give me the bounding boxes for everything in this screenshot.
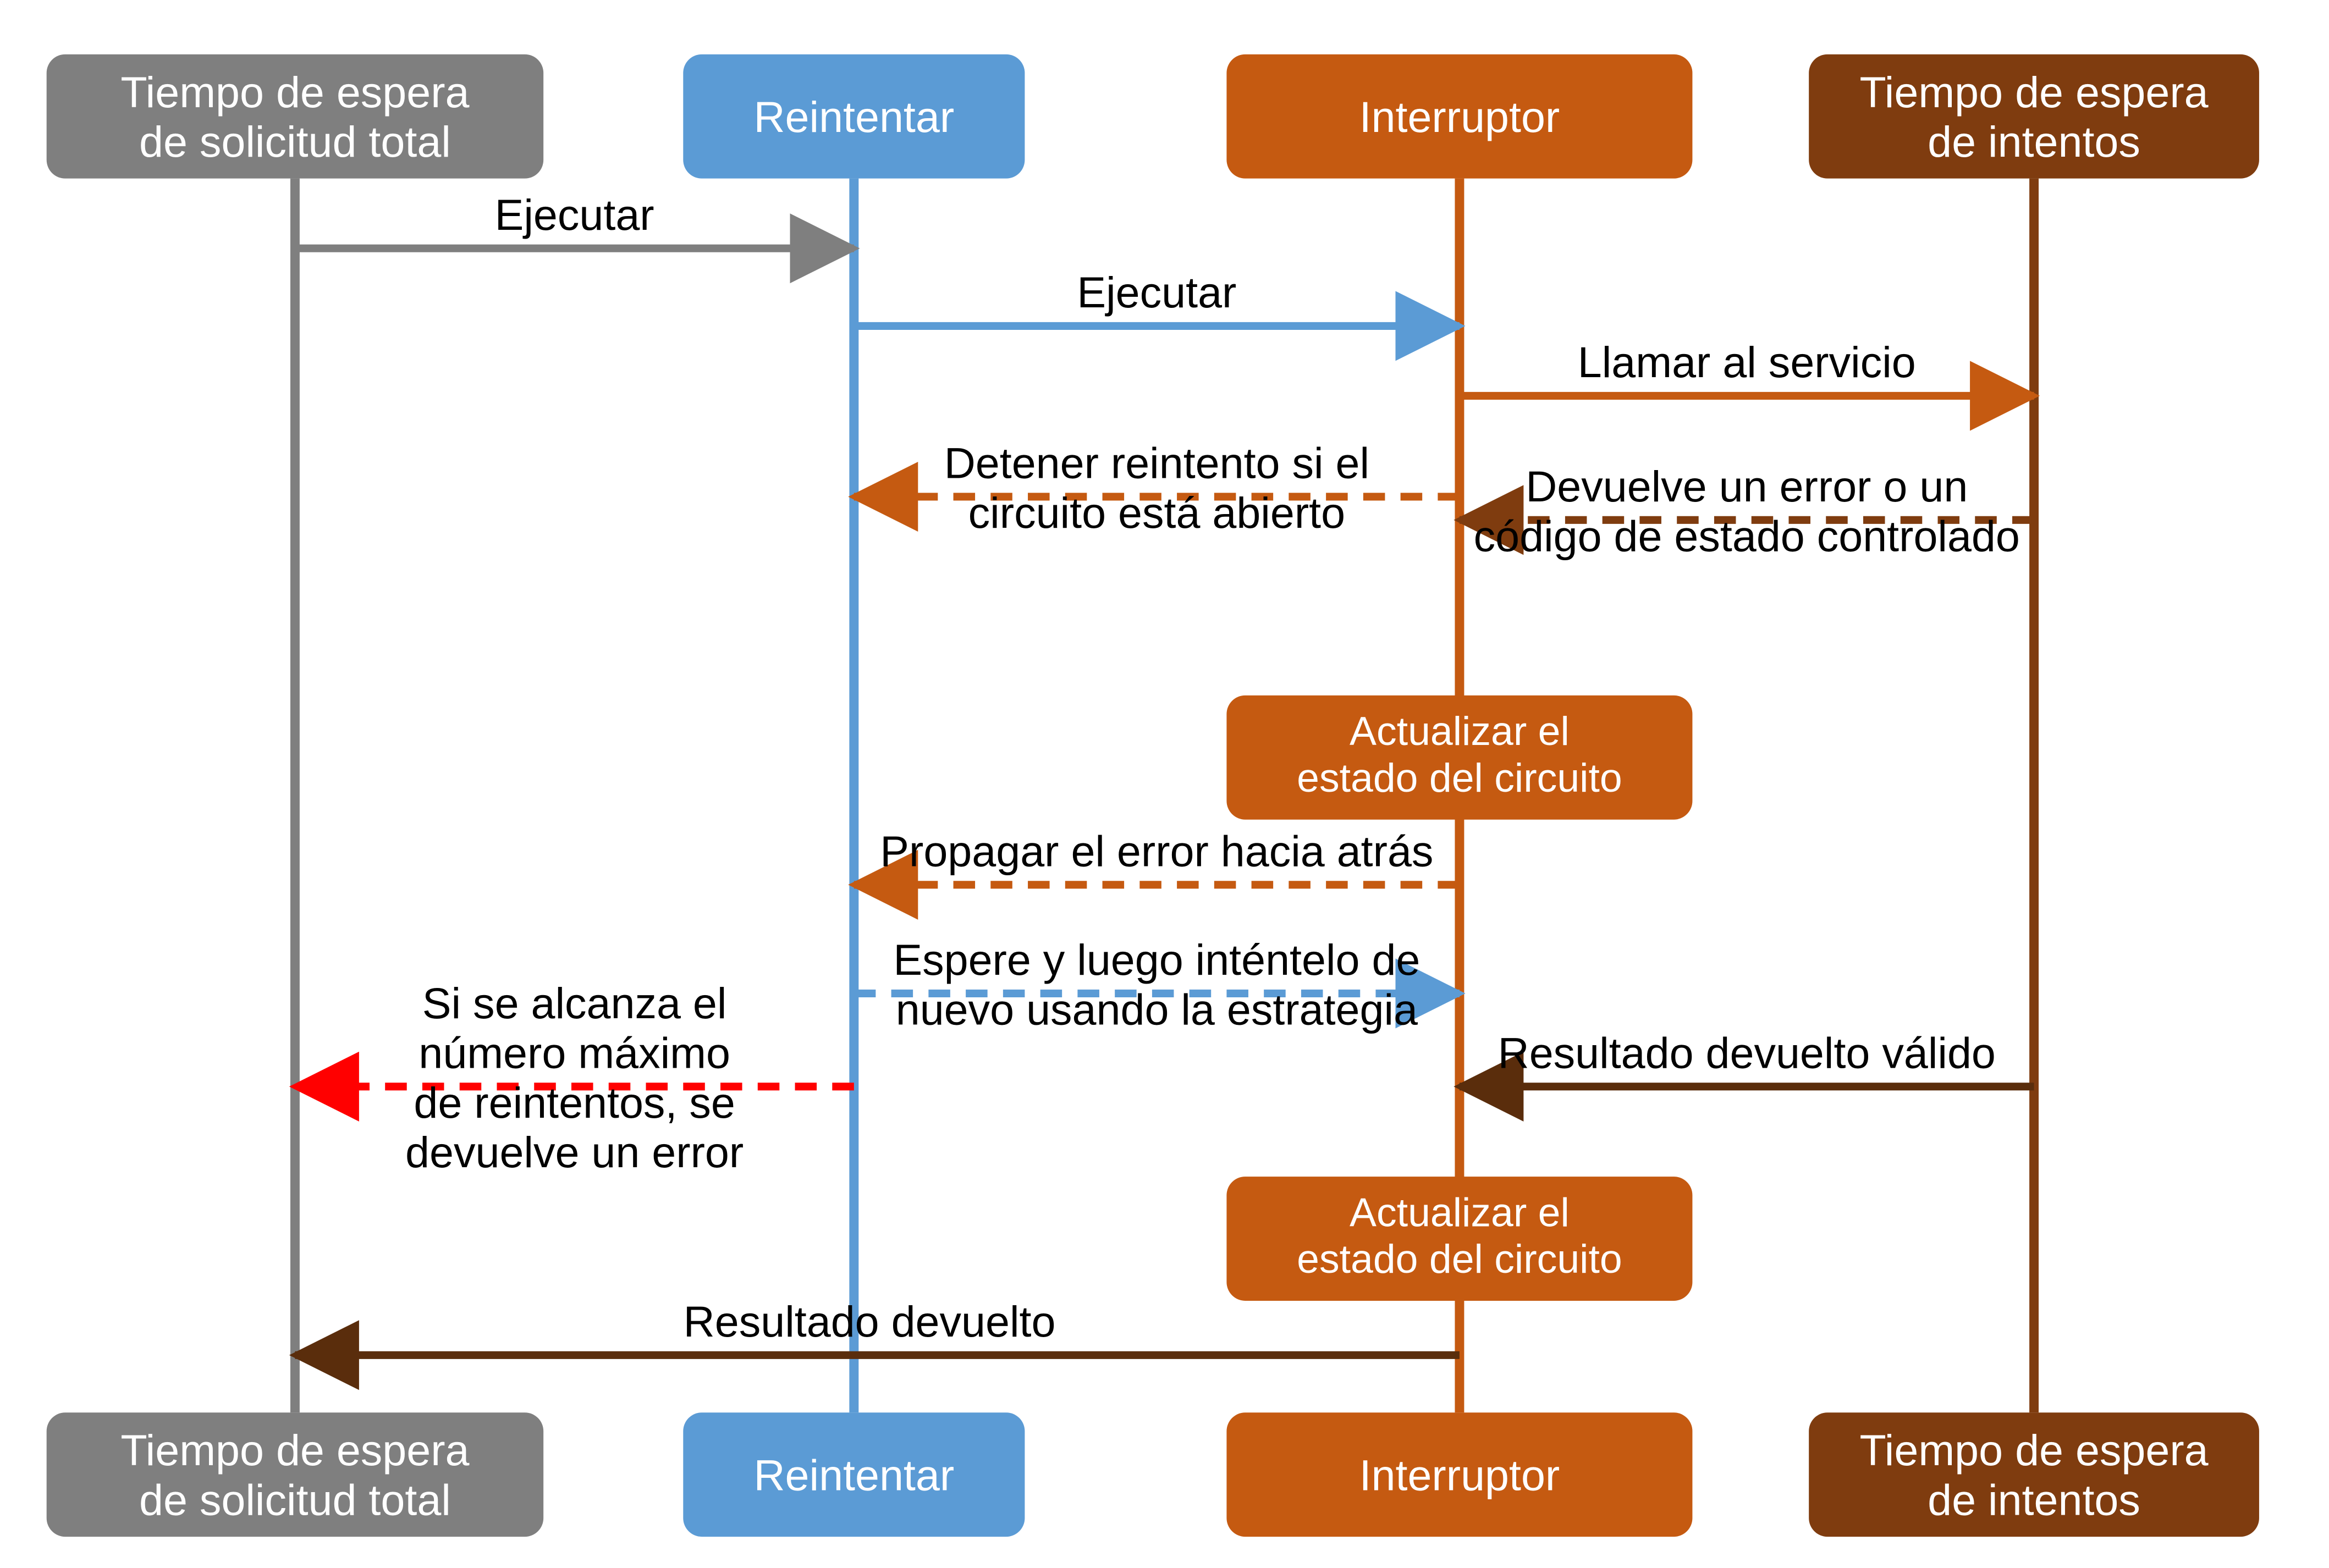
participant-label: Tiempo de esperade solicitud total [120,1426,469,1524]
message-label: Ejecutar [1077,268,1236,317]
participant-label: Reintentar [753,1450,954,1499]
message-label: Llamar al servicio [1578,338,1916,387]
participant-breaker-top: Interruptor [1226,54,1692,179]
participant-retry-bottom: Reintentar [683,1412,1025,1537]
participant-label: Interruptor [1359,92,1560,141]
participant-timeout_total-bottom: Tiempo de esperade solicitud total [47,1412,543,1537]
message-label: Ejecutar [495,190,654,239]
message-label: Devuelve un error o uncódigo de estado c… [1474,462,2020,560]
message-label: Resultado devuelto [684,1297,1056,1346]
participant-label: Reintentar [753,92,954,141]
participant-breaker-bottom: Interruptor [1226,1412,1692,1537]
participant-retry-top: Reintentar [683,54,1025,179]
message-label: Propagar el error hacia atrás [880,826,1433,875]
message-label: Si se alcanza elnúmero máximode reintent… [405,979,744,1177]
sequence-diagram: Ejecutar Ejecutar Llamar al servicio Detene… [0,0,2329,1568]
message-label: Resultado devuelto válido [1498,1028,1996,1077]
participant-timeout_total-top: Tiempo de esperade solicitud total [47,54,543,179]
message-label: Espere y luego inténtelo denuevo usando … [893,935,1420,1034]
participant-label: Interruptor [1359,1450,1560,1499]
participant-timeout_try-bottom: Tiempo de esperade intentos [1809,1412,2259,1537]
message-label: Detener reintento si elcircuito está abi… [944,439,1369,537]
participant-timeout_try-top: Tiempo de esperade intentos [1809,54,2259,179]
participant-label: Tiempo de esperade solicitud total [120,68,469,166]
